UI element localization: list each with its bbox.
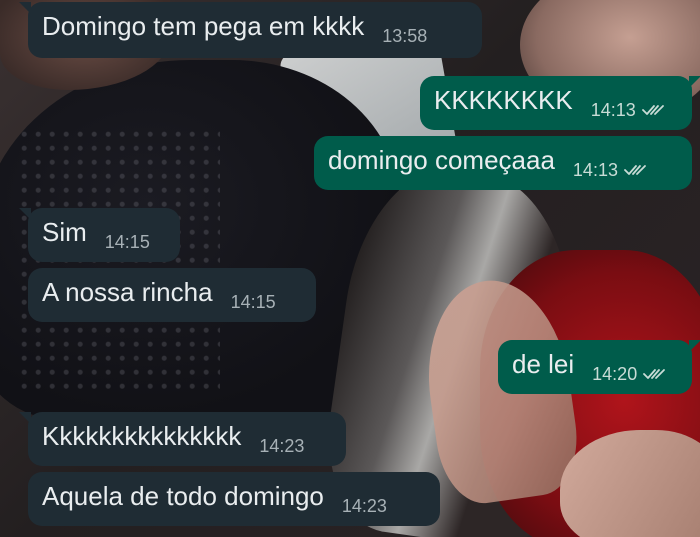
message-text: de lei <box>512 349 575 379</box>
message-list[interactable]: Domingo tem pega em kkkk 13:58 KKKKKKKK 14… <box>0 0 700 537</box>
message-time: 14:23 <box>341 496 387 516</box>
message-bubble-outgoing[interactable]: KKKKKKKK 14:13 <box>420 76 700 130</box>
message-bubble-incoming[interactable]: A nossa rincha 14:15 <box>28 268 316 322</box>
message-time: 13:58 <box>382 26 428 46</box>
message-text: domingo começaaa <box>328 145 555 175</box>
message-text: Kkkkkkkkkkkkkkk <box>42 421 242 451</box>
message-text: Aquela de todo domingo <box>42 481 324 511</box>
message-bubble-outgoing[interactable]: domingo começaaa 14:13 <box>314 136 692 190</box>
double-check-icon <box>643 369 666 379</box>
message-bubble-incoming[interactable]: Domingo tem pega em kkkk 13:58 <box>19 2 482 58</box>
message-bubble-outgoing[interactable]: de lei 14:20 <box>498 340 700 394</box>
double-check-icon <box>624 165 646 175</box>
message-bubble-incoming[interactable]: Kkkkkkkkkkkkkkk 14:23 <box>19 412 346 466</box>
message-text: Sim <box>42 217 87 247</box>
message-time: 14:15 <box>230 292 276 312</box>
message-time: 14:13 <box>590 100 636 120</box>
message-bubble-incoming[interactable]: Aquela de todo domingo 14:23 <box>28 472 440 526</box>
message-time: 14:13 <box>572 160 618 180</box>
message-text: KKKKKKKK <box>434 85 573 115</box>
message-bubble-incoming[interactable]: Sim 14:15 <box>19 208 180 262</box>
double-check-icon <box>641 105 664 115</box>
message-time: 14:15 <box>104 232 150 252</box>
message-time: 14:23 <box>259 436 305 456</box>
message-time: 14:20 <box>592 364 638 384</box>
message-text: A nossa rincha <box>42 277 213 307</box>
message-text: Domingo tem pega em kkkk <box>42 11 365 41</box>
